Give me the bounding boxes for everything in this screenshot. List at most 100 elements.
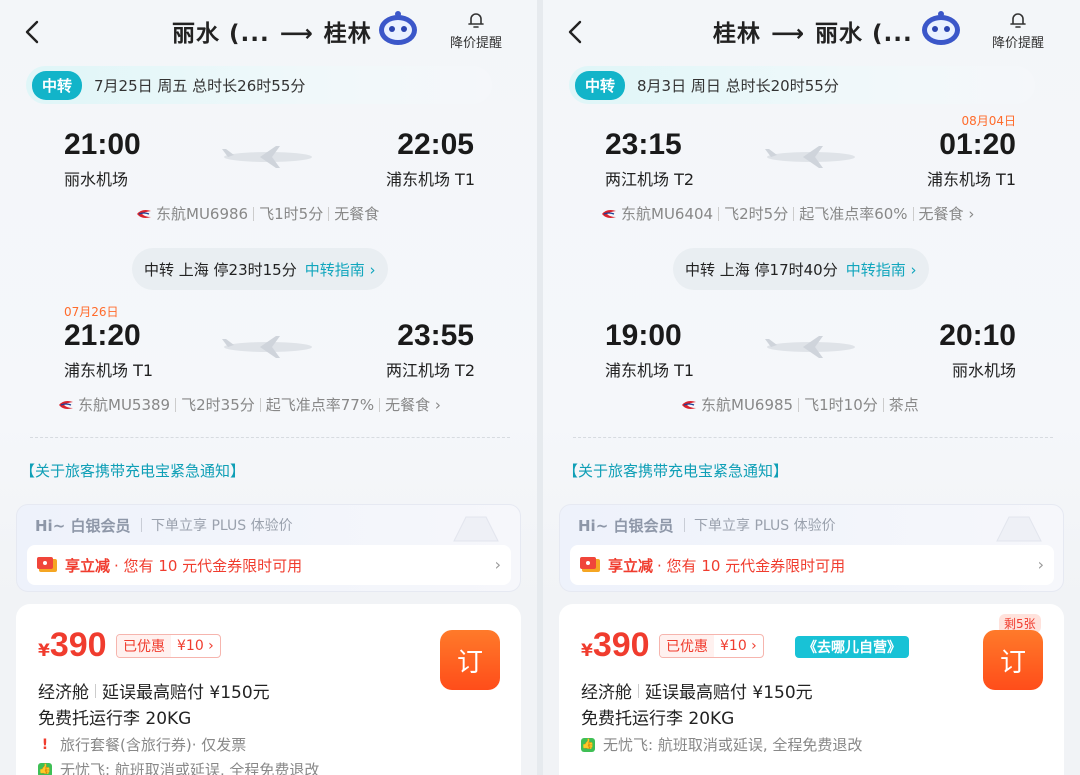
leg1-arrival-airport: 浦东机场 T1	[926, 170, 1016, 189]
leg1-arrival-airport: 浦东机场 T1	[385, 170, 475, 189]
coupon-text: · 您有 10 元代金券限时可用	[114, 556, 303, 575]
chevron-right-icon: ›	[494, 555, 501, 574]
decoration-icon	[453, 516, 499, 542]
leg2-meal: 无餐食 ›	[385, 396, 441, 414]
leg2-airline: 东航MU5389	[78, 396, 171, 414]
member-card[interactable]: Hi~ 白银会员 下单立享 PLUS 体验价 享立减 · 您有 10 元代金券限…	[16, 504, 521, 592]
coupon-row[interactable]: 享立减 · 您有 10 元代金券限时可用 ›	[570, 545, 1054, 585]
origin-city: 丽水 (...	[172, 21, 270, 47]
leg2-flight-info[interactable]: 东航MU6985 飞1时10分 茶点	[681, 394, 919, 415]
book-button[interactable]: 订	[983, 630, 1043, 690]
transit-guide-link[interactable]: 中转指南 ›	[305, 259, 376, 280]
member-card[interactable]: Hi~ 白银会员 下单立享 PLUS 体验价 享立减 · 您有 10 元代金券限…	[559, 504, 1064, 592]
plane-icon	[222, 146, 312, 168]
stopover-label: 中转 上海 停23时15分	[144, 260, 297, 279]
discount-badge[interactable]: 已优惠 ¥10 ›	[659, 634, 764, 658]
cabin-class: 经济舱	[38, 683, 89, 703]
china-eastern-logo-icon	[602, 209, 616, 218]
price-value: 390	[592, 626, 650, 664]
bell-icon	[468, 13, 484, 28]
delay-compensation: 延误最高赔付 ¥150元	[102, 683, 270, 703]
fare-card[interactable]: ¥390 已优惠 ¥10 › 订 经济舱 延误最高赔付 ¥150元 免费托运行李 2…	[16, 604, 521, 775]
price-alert-button[interactable]: 降价提醒	[986, 10, 1050, 51]
robot-assistant-icon[interactable]	[919, 8, 963, 50]
price-alert-button[interactable]: 降价提醒	[444, 10, 508, 51]
origin-city: 桂林	[713, 21, 761, 47]
china-eastern-logo-icon	[59, 400, 73, 409]
destination-city: 桂林	[323, 21, 372, 47]
plane-icon	[765, 146, 855, 168]
leg2-departure-airport: 浦东机场 T1	[64, 361, 154, 380]
coupon-text: · 您有 10 元代金券限时可用	[657, 556, 846, 575]
transit-summary: 中转 8月3日 周日 总时长20时55分	[569, 66, 1035, 104]
leg2-arrival-airport: 两江机场 T2	[385, 361, 475, 380]
china-eastern-logo-icon	[137, 209, 151, 218]
thumbs-up-icon: 👍	[38, 762, 52, 775]
leg1-duration: 飞1时5分	[259, 205, 324, 223]
coupon-tag: 享立减	[608, 556, 654, 575]
transit-tag: 中转	[575, 70, 626, 100]
leg1-flight-info[interactable]: 东航MU6986 飞1时5分 无餐食	[136, 203, 379, 224]
transit-info: 8月3日 周日 总时长20时55分	[637, 76, 839, 95]
stopover-pill[interactable]: 中转 上海 停17时40分 中转指南 ›	[673, 248, 929, 290]
leg1-arrival-time: 22:05	[397, 128, 474, 161]
transit-info: 7月25日 周五 总时长26时55分	[94, 76, 306, 95]
leg1-airline: 东航MU6404	[621, 205, 714, 223]
plane-icon	[765, 336, 855, 358]
plane-icon	[222, 336, 312, 358]
fare-card[interactable]: ¥390 已优惠 ¥10 › 《去哪儿自营》 剩5张 订 经济舱 延误最高赔付 ¥1…	[559, 604, 1064, 775]
cabin-info: 经济舱 延误最高赔付 ¥150元	[38, 678, 270, 703]
leg1-departure-airport: 两江机场 T2	[605, 170, 695, 189]
plus-price-hint: 下单立享 PLUS 体验价	[151, 518, 293, 534]
leg2-date: 07月26日	[64, 305, 119, 319]
fare-price: ¥390	[38, 626, 107, 664]
decoration-icon	[996, 516, 1042, 542]
leg1-departure-time: 21:00	[64, 128, 141, 161]
ticket-icon	[37, 557, 57, 572]
leg2-ontime-rate: 起飞准点率77%	[265, 396, 375, 414]
powerbank-notice-link[interactable]: 【关于旅客携带充电宝紧急通知】	[563, 460, 788, 481]
leg2-departure-time: 19:00	[605, 319, 682, 352]
leg1-airline: 东航MU6986	[156, 205, 249, 223]
cabin-info: 经济舱 延误最高赔付 ¥150元	[581, 678, 813, 703]
self-operated-badge: 《去哪儿自营》	[795, 636, 909, 658]
delay-compensation: 延误最高赔付 ¥150元	[645, 683, 813, 703]
leg1-flight-info[interactable]: 东航MU6404 飞2时5分 起飞准点率60% 无餐食 ›	[601, 203, 974, 224]
powerbank-notice-link[interactable]: 【关于旅客携带充电宝紧急通知】	[20, 460, 245, 481]
transit-tag: 中转	[32, 70, 83, 100]
ticket-icon	[580, 557, 600, 572]
member-level: Hi~ 白银会员	[578, 517, 674, 535]
robot-assistant-icon[interactable]	[376, 8, 420, 50]
leg1-ontime-rate: 起飞准点率60%	[799, 205, 908, 223]
right-itinerary-panel: 桂林 ⟶ 丽水 (... 降价提醒 中转 8月3日 周日 总时长20时55分 23:…	[543, 0, 1080, 775]
leg1-meal: 无餐食	[334, 205, 380, 223]
leg2-arrival-time: 20:10	[939, 319, 1016, 352]
back-chevron-icon[interactable]	[18, 14, 48, 50]
leg1-meal: 无餐食 ›	[918, 205, 975, 223]
feature-package: ! 旅行套餐(含旅行券)· 仅发票	[38, 734, 246, 755]
transit-guide-link[interactable]: 中转指南 ›	[846, 259, 917, 280]
leg1-departure-time: 23:15	[605, 128, 682, 161]
leg1-arrival-date: 08月04日	[961, 114, 1016, 128]
thumbs-up-icon: 👍	[581, 737, 595, 752]
coupon-row[interactable]: 享立减 · 您有 10 元代金券限时可用 ›	[27, 545, 511, 585]
back-chevron-icon[interactable]	[561, 14, 591, 50]
chevron-right-icon: ›	[1037, 555, 1044, 574]
leg2-flight-info[interactable]: 东航MU5389 飞2时35分 起飞准点率77% 无餐食 ›	[58, 394, 441, 415]
cabin-class: 经济舱	[581, 683, 632, 703]
fare-price: ¥390	[581, 626, 650, 664]
stopover-pill[interactable]: 中转 上海 停23时15分 中转指南 ›	[132, 248, 388, 290]
divider	[30, 437, 510, 438]
transit-summary: 中转 7月25日 周五 总时长26时55分	[26, 66, 492, 104]
leg2-arrival-airport: 丽水机场	[951, 361, 1016, 380]
route-arrow-icon: ⟶	[279, 21, 314, 47]
member-level: Hi~ 白银会员	[35, 517, 131, 535]
book-button[interactable]: 订	[440, 630, 500, 690]
china-eastern-logo-icon	[682, 400, 696, 409]
feature-worry-free: 👍 无忧飞: 航班取消或延误, 全程免费退改	[581, 736, 863, 754]
discount-badge[interactable]: 已优惠 ¥10 ›	[116, 634, 221, 658]
feature-worry-free: 👍 无忧飞: 航班取消或延误, 全程免费退改	[38, 761, 320, 775]
alert-icon: !	[38, 737, 52, 753]
divider	[573, 437, 1053, 438]
baggage-allowance: 免费托运行李 20KG	[38, 709, 192, 729]
